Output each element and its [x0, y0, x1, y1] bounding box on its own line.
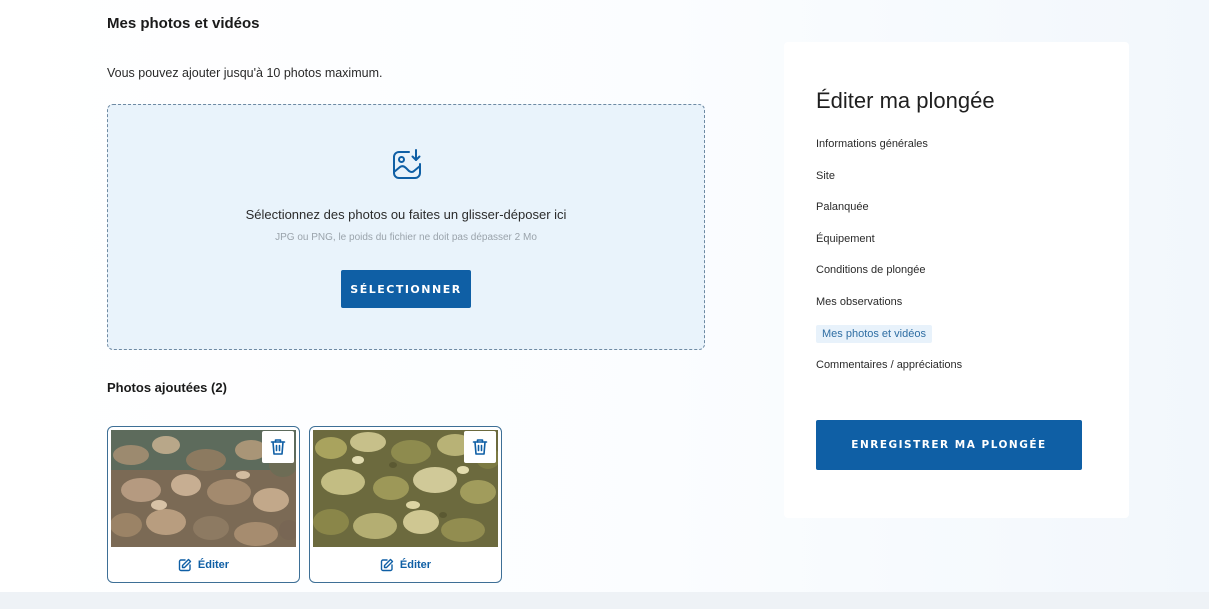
edit-icon: [380, 558, 394, 571]
sidebar-item-site[interactable]: Site: [816, 170, 835, 182]
photo-card: Éditer: [107, 426, 300, 583]
delete-photo-button[interactable]: [262, 431, 294, 463]
edit-photo-label: Éditer: [399, 558, 432, 571]
select-photos-button[interactable]: SÉLECTIONNER: [341, 270, 471, 308]
sidebar-item-informations-generales[interactable]: Informations générales: [816, 138, 928, 150]
image-download-icon: [389, 147, 425, 183]
section-description: Vous pouvez ajouter jusqu'à 10 photos ma…: [107, 66, 383, 80]
edit-dive-sidebar: Éditer ma plongée Informations générales…: [784, 42, 1129, 518]
dropzone-instructions: Sélectionnez des photos ou faites un gli…: [245, 207, 567, 222]
sidebar-item-observations[interactable]: Mes observations: [816, 296, 902, 308]
dropzone-file-constraints: JPG ou PNG, le poids du fichier ne doit …: [275, 232, 537, 243]
photo-dropzone[interactable]: Sélectionnez des photos ou faites un gli…: [107, 104, 705, 350]
sidebar-item-photos-videos[interactable]: Mes photos et vidéos: [816, 325, 932, 343]
bottom-divider: [0, 592, 1209, 609]
sidebar-item-commentaires[interactable]: Commentaires / appréciations: [816, 359, 962, 371]
trash-icon: [472, 439, 488, 455]
sidebar-item-conditions[interactable]: Conditions de plongée: [816, 264, 925, 276]
edit-photo-button[interactable]: Éditer: [310, 547, 501, 582]
edit-photo-label: Éditer: [197, 558, 230, 571]
sidebar-title: Éditer ma plongée: [816, 88, 995, 113]
sidebar-item-equipement[interactable]: Équipement: [816, 233, 875, 245]
trash-icon: [270, 439, 286, 455]
edit-photo-button[interactable]: Éditer: [108, 547, 299, 582]
edit-icon: [178, 558, 192, 571]
save-dive-button[interactable]: ENREGISTRER MA PLONGÉE: [816, 420, 1082, 470]
section-title: Mes photos et vidéos: [107, 15, 260, 32]
photo-card: Éditer: [309, 426, 502, 583]
sidebar-item-palanquee[interactable]: Palanquée: [816, 201, 869, 213]
delete-photo-button[interactable]: [464, 431, 496, 463]
added-photos-title: Photos ajoutées (2): [107, 380, 227, 395]
